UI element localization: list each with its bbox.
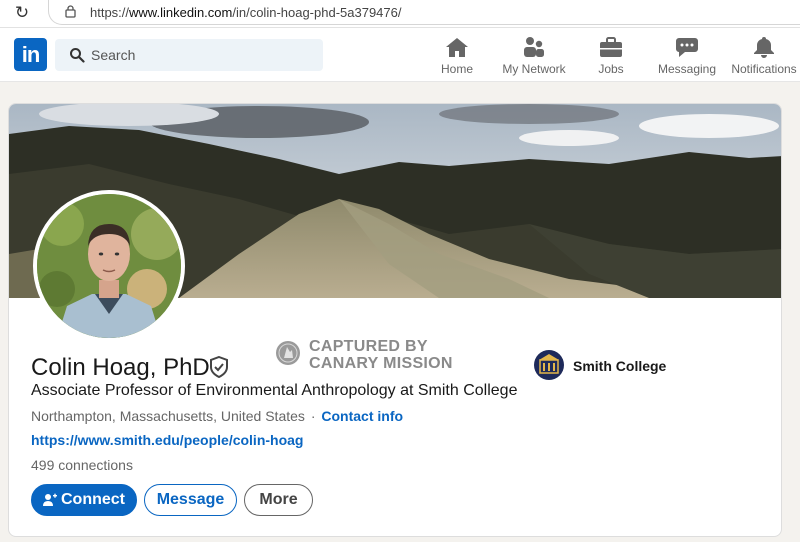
connect-button[interactable]: Connect bbox=[31, 484, 137, 516]
top-nav: in Home My Network Jobs bbox=[0, 28, 800, 82]
search-icon bbox=[70, 48, 85, 63]
network-icon bbox=[524, 37, 544, 57]
avatar bbox=[37, 194, 181, 338]
browser-address-bar: ↻ https://www.linkedin.com/in/colin-hoag… bbox=[0, 0, 800, 28]
nav-notifications[interactable]: Notifications bbox=[730, 36, 798, 76]
contact-info-link[interactable]: Contact info bbox=[321, 408, 403, 424]
nav-messaging-label: Messaging bbox=[658, 62, 717, 76]
url-prefix: https:// bbox=[90, 5, 130, 20]
lock-icon bbox=[65, 5, 76, 18]
bell-icon bbox=[754, 37, 774, 58]
message-icon bbox=[676, 38, 698, 57]
profile-name: Colin Hoag, PhD bbox=[31, 354, 210, 381]
search-bar[interactable] bbox=[55, 39, 323, 71]
college-building-icon bbox=[539, 354, 559, 374]
nav-home-label: Home bbox=[440, 62, 473, 76]
smith-college-logo bbox=[534, 350, 564, 380]
watermark-line2: CANARY MISSION bbox=[309, 355, 453, 372]
nav-messaging[interactable]: Messaging bbox=[658, 36, 716, 76]
url-path: /in/colin-hoag-phd-5a379476/ bbox=[232, 5, 402, 20]
reload-icon[interactable]: ↻ bbox=[12, 3, 32, 23]
briefcase-icon bbox=[600, 37, 622, 57]
home-icon bbox=[446, 38, 468, 57]
profile-headline: Associate Professor of Environmental Ant… bbox=[31, 382, 518, 399]
nav-my-network-label: My Network bbox=[502, 62, 566, 76]
watermark-line1: CAPTURED BY bbox=[309, 338, 428, 355]
education-name: Smith College bbox=[573, 358, 667, 374]
url-host: www.linkedin.com bbox=[129, 5, 233, 20]
more-button[interactable]: More bbox=[244, 484, 313, 516]
profile-photo[interactable] bbox=[33, 190, 185, 342]
website-link[interactable]: https://www.smith.edu/people/colin-hoag bbox=[31, 432, 303, 448]
search-input[interactable] bbox=[91, 45, 311, 65]
nav-notifications-label: Notifications bbox=[731, 62, 797, 76]
connect-label: Connect bbox=[61, 491, 125, 508]
connections-count[interactable]: 499 connections bbox=[31, 457, 133, 473]
url-text: https://www.linkedin.com/in/colin-hoag-p… bbox=[90, 5, 402, 20]
canary-mission-seal-icon bbox=[276, 341, 300, 365]
nav-home[interactable]: Home bbox=[436, 36, 478, 76]
profile-card: Colin Hoag, PhD CAPTURED BY CANARY MISSI… bbox=[8, 103, 782, 537]
add-person-icon bbox=[43, 493, 57, 506]
message-button[interactable]: Message bbox=[144, 484, 237, 516]
nav-jobs-label: Jobs bbox=[598, 62, 624, 76]
verified-badge-icon[interactable] bbox=[209, 356, 229, 378]
url-field[interactable]: https://www.linkedin.com/in/colin-hoag-p… bbox=[48, 0, 800, 25]
nav-my-network[interactable]: My Network bbox=[500, 36, 568, 76]
linkedin-logo[interactable]: in bbox=[14, 38, 47, 71]
profile-location-line: Northampton, Massachusetts, United State… bbox=[31, 408, 403, 424]
profile-location: Northampton, Massachusetts, United State… bbox=[31, 408, 305, 424]
location-separator: · bbox=[310, 408, 316, 424]
nav-jobs[interactable]: Jobs bbox=[592, 36, 630, 76]
